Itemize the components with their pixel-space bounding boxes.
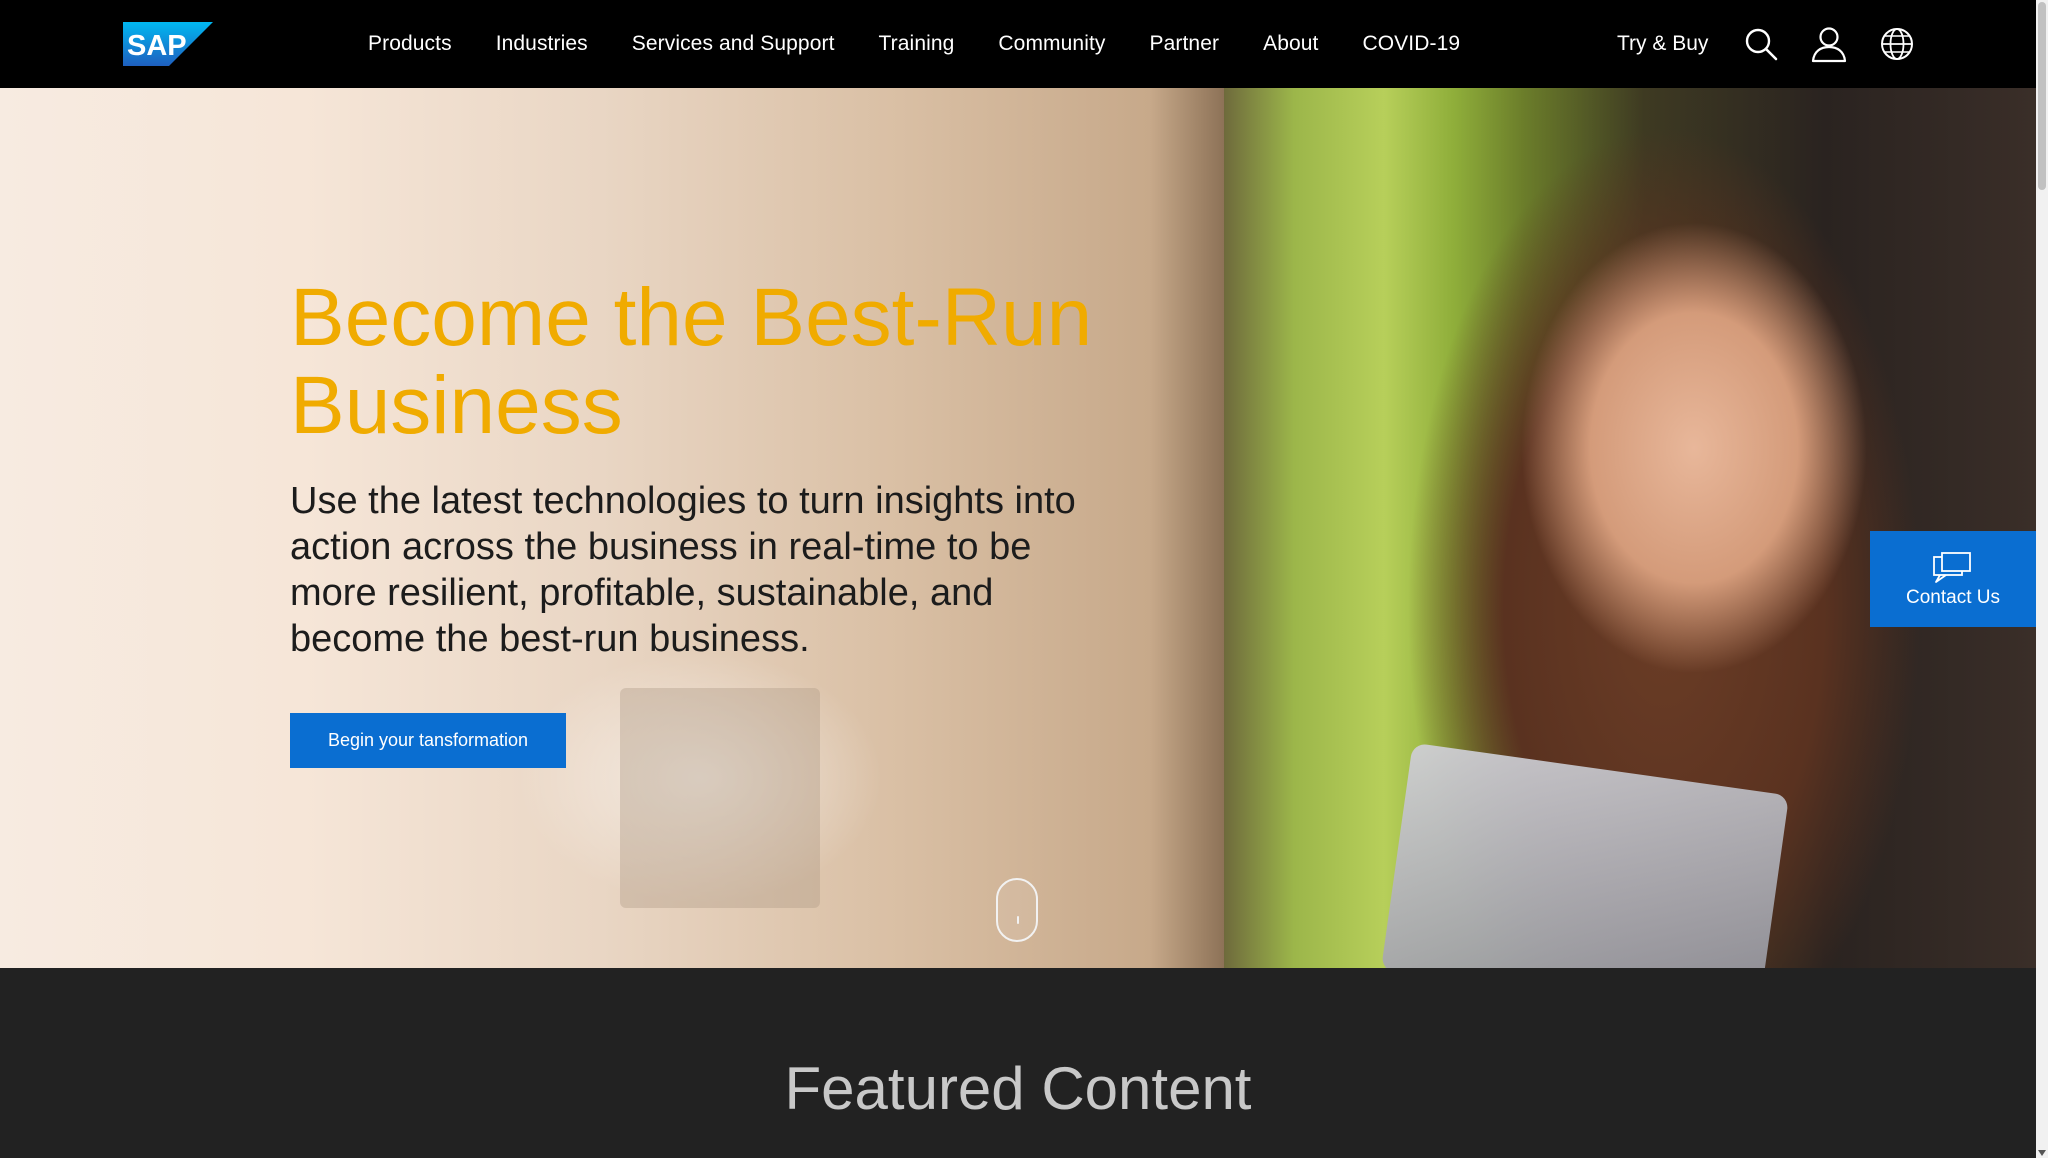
hero-banner: Become the Best-Run Business Use the lat… <box>0 88 2036 968</box>
user-icon[interactable] <box>1810 25 1848 63</box>
search-icon[interactable] <box>1742 25 1780 63</box>
scroll-down-arrow-icon[interactable] <box>2038 1150 2046 1156</box>
nav-item-products[interactable]: Products <box>368 32 452 56</box>
nav-item-covid-19[interactable]: COVID-19 <box>1362 32 1460 56</box>
contact-us-label: Contact Us <box>1906 587 2000 608</box>
featured-content-section: Featured Content <box>0 968 2036 1158</box>
nav-item-partner[interactable]: Partner <box>1150 32 1220 56</box>
scroll-down-indicator[interactable] <box>996 878 1038 942</box>
hero-title: Become the Best-Run Business <box>290 272 1093 451</box>
main-menu: Products Industries Services and Support… <box>368 0 1504 88</box>
featured-content-heading: Featured Content <box>784 1055 1252 1122</box>
contact-us-button[interactable]: Contact Us <box>1870 531 2036 627</box>
scroll-wheel-dot <box>1017 916 1019 924</box>
nav-item-community[interactable]: Community <box>998 32 1105 56</box>
scrollbar-thumb[interactable] <box>2038 2 2046 190</box>
page-scrollbar[interactable] <box>2036 0 2048 1158</box>
sap-logo[interactable]: SAP <box>123 22 213 66</box>
svg-text:SAP: SAP <box>127 30 187 62</box>
hero-subtitle: Use the latest technologies to turn insi… <box>290 480 1076 660</box>
nav-item-training[interactable]: Training <box>879 32 955 56</box>
begin-transformation-button[interactable]: Begin your tansformation <box>290 713 566 768</box>
nav-item-industries[interactable]: Industries <box>496 32 588 56</box>
try-buy-link[interactable]: Try & Buy <box>1617 32 1708 56</box>
globe-icon[interactable] <box>1878 25 1916 63</box>
nav-item-services-and-support[interactable]: Services and Support <box>632 32 835 56</box>
hero-background-decor <box>620 688 820 908</box>
utility-nav: Try & Buy <box>1617 0 1946 88</box>
nav-item-about[interactable]: About <box>1263 32 1318 56</box>
chat-icon <box>1932 551 1974 585</box>
top-navigation: SAP Products Industries Services and Sup… <box>0 0 2036 88</box>
